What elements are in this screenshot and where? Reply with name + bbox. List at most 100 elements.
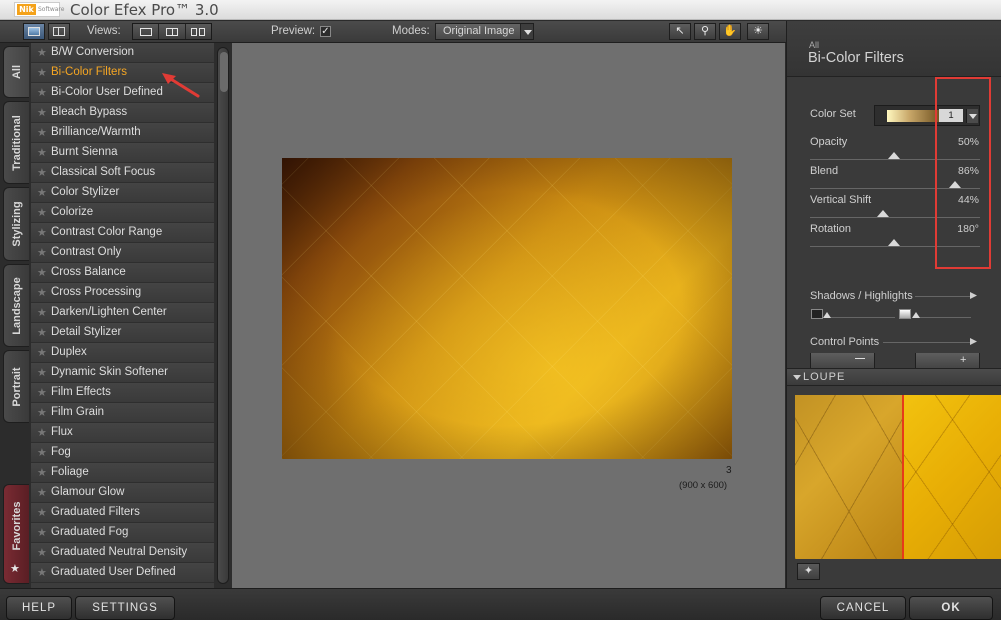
- star-icon[interactable]: ★: [37, 446, 47, 459]
- list-item[interactable]: ★ Contrast Only: [31, 243, 214, 263]
- star-icon[interactable]: ★: [37, 106, 47, 119]
- list-item[interactable]: ★ Color Stylizer: [31, 183, 214, 203]
- list-item[interactable]: ★ Classical Soft Focus: [31, 163, 214, 183]
- help-button[interactable]: HELP: [6, 596, 72, 620]
- preview-canvas[interactable]: 3 (900 x 600): [232, 43, 785, 588]
- split-view-button[interactable]: [159, 24, 186, 39]
- shadows-slider[interactable]: [825, 317, 895, 318]
- star-icon[interactable]: ★: [37, 426, 47, 439]
- list-item[interactable]: ★ Colorize: [31, 203, 214, 223]
- list-item[interactable]: ★ B/W Conversion: [31, 43, 214, 63]
- remove-control-point-button[interactable]: [810, 353, 875, 369]
- star-icon[interactable]: ★: [37, 406, 47, 419]
- list-view-button[interactable]: [48, 23, 70, 40]
- list-item[interactable]: ★ Film Grain: [31, 403, 214, 423]
- shadows-highlights-header[interactable]: Shadows / Highlights: [810, 290, 913, 302]
- filter-name: Glamour Glow: [51, 486, 125, 498]
- list-item[interactable]: ★ Graduated Fog: [31, 523, 214, 543]
- control-points-header[interactable]: Control Points: [810, 336, 879, 348]
- tab-all[interactable]: All: [3, 46, 29, 98]
- star-icon[interactable]: ★: [37, 366, 47, 379]
- star-icon[interactable]: ★: [37, 266, 47, 279]
- loupe-split-line[interactable]: [902, 395, 904, 559]
- side-by-side-view-button[interactable]: [186, 24, 211, 39]
- list-item[interactable]: ★ Graduated Neutral Density: [31, 543, 214, 563]
- star-icon[interactable]: ★: [37, 326, 47, 339]
- star-icon[interactable]: ★: [37, 126, 47, 139]
- filter-name: B/W Conversion: [51, 46, 135, 58]
- star-icon[interactable]: ★: [37, 66, 47, 79]
- preview-image[interactable]: [282, 158, 732, 459]
- star-icon[interactable]: ★: [37, 306, 47, 319]
- list-item[interactable]: ★ Cross Balance: [31, 263, 214, 283]
- tab-portrait[interactable]: Portrait: [3, 350, 29, 423]
- list-item[interactable]: ★ Darken/Lighten Center: [31, 303, 214, 323]
- preview-checkbox[interactable]: ✓: [320, 26, 331, 37]
- star-icon[interactable]: ★: [37, 286, 47, 299]
- list-item[interactable]: ★ Glamour Glow: [31, 483, 214, 503]
- star-icon[interactable]: ★: [37, 566, 47, 579]
- expand-arrow-icon[interactable]: [970, 338, 977, 345]
- list-item[interactable]: ★ Dynamic Skin Softener: [31, 363, 214, 383]
- star-icon[interactable]: ★: [37, 486, 47, 499]
- star-icon[interactable]: ★: [37, 46, 47, 59]
- list-item[interactable]: ★ Contrast Color Range: [31, 223, 214, 243]
- expand-arrow-icon[interactable]: [970, 292, 977, 299]
- shadows-slider-handle[interactable]: [823, 312, 831, 318]
- modes-select[interactable]: Original Image: [435, 23, 534, 40]
- star-icon[interactable]: ★: [37, 346, 47, 359]
- star-icon[interactable]: ★: [37, 546, 47, 559]
- star-icon[interactable]: ★: [37, 166, 47, 179]
- star-icon[interactable]: ★: [37, 226, 47, 239]
- add-control-point-button[interactable]: +: [915, 353, 980, 369]
- settings-button[interactable]: SETTINGS: [75, 596, 175, 620]
- star-icon[interactable]: ★: [37, 146, 47, 159]
- list-item[interactable]: ★ Cross Processing: [31, 283, 214, 303]
- list-item[interactable]: ★ Fog: [31, 443, 214, 463]
- list-item[interactable]: ★ Brilliance/Warmth: [31, 123, 214, 143]
- list-item[interactable]: ★ Detail Stylizer: [31, 323, 214, 343]
- list-item[interactable]: ★ Foliage: [31, 463, 214, 483]
- opacity-slider-handle[interactable]: [888, 152, 900, 159]
- tab-label: Portrait: [10, 366, 23, 407]
- filter-name: Contrast Only: [51, 246, 122, 258]
- star-icon[interactable]: ★: [37, 506, 47, 519]
- star-icon[interactable]: ★: [37, 206, 47, 219]
- loupe-preview[interactable]: [795, 395, 1001, 559]
- pointer-tool-button[interactable]: ↖: [669, 23, 691, 40]
- tab-stylizing[interactable]: Stylizing: [3, 187, 29, 261]
- list-item[interactable]: ★ Graduated User Defined: [31, 563, 214, 583]
- scrollbar-thumb[interactable]: [220, 52, 228, 92]
- list-item[interactable]: ★ Duplex: [31, 343, 214, 363]
- tab-traditional[interactable]: Traditional: [3, 101, 29, 184]
- pin-loupe-button[interactable]: ✦: [797, 563, 820, 580]
- list-item[interactable]: ★ Burnt Sienna: [31, 143, 214, 163]
- zoom-tool-button[interactable]: ⚲: [694, 23, 716, 40]
- loupe-tool-button[interactable]: ☀: [747, 23, 769, 40]
- category-tabs: All Traditional Stylizing Landscape Port…: [0, 43, 31, 588]
- image-view-button[interactable]: [23, 23, 45, 40]
- single-view-button[interactable]: [133, 24, 160, 39]
- star-icon[interactable]: ★: [37, 186, 47, 199]
- cancel-button[interactable]: CANCEL: [820, 596, 906, 620]
- highlights-slider[interactable]: [913, 317, 971, 318]
- star-icon[interactable]: ★: [37, 246, 47, 259]
- star-icon[interactable]: ★: [37, 386, 47, 399]
- hand-tool-button[interactable]: ✋: [719, 23, 741, 40]
- loupe-header[interactable]: LOUPE: [787, 368, 1001, 386]
- list-item[interactable]: ★ Film Effects: [31, 383, 214, 403]
- tab-landscape[interactable]: Landscape: [3, 264, 29, 347]
- list-item[interactable]: ★ Flux: [31, 423, 214, 443]
- filter-list-scrollbar[interactable]: [214, 43, 232, 588]
- rotation-slider-handle[interactable]: [888, 239, 900, 246]
- highlights-slider-handle[interactable]: [912, 312, 920, 318]
- list-item[interactable]: ★ Graduated Filters: [31, 503, 214, 523]
- star-icon[interactable]: ★: [37, 86, 47, 99]
- highlights-icon: [899, 309, 911, 319]
- star-icon[interactable]: ★: [37, 526, 47, 539]
- tab-favorites[interactable]: Favorites ★: [3, 484, 29, 584]
- list-item[interactable]: ★ Bleach Bypass: [31, 103, 214, 123]
- star-icon[interactable]: ★: [37, 466, 47, 479]
- vertical-shift-slider-handle[interactable]: [877, 210, 889, 217]
- ok-button[interactable]: OK: [909, 596, 993, 620]
